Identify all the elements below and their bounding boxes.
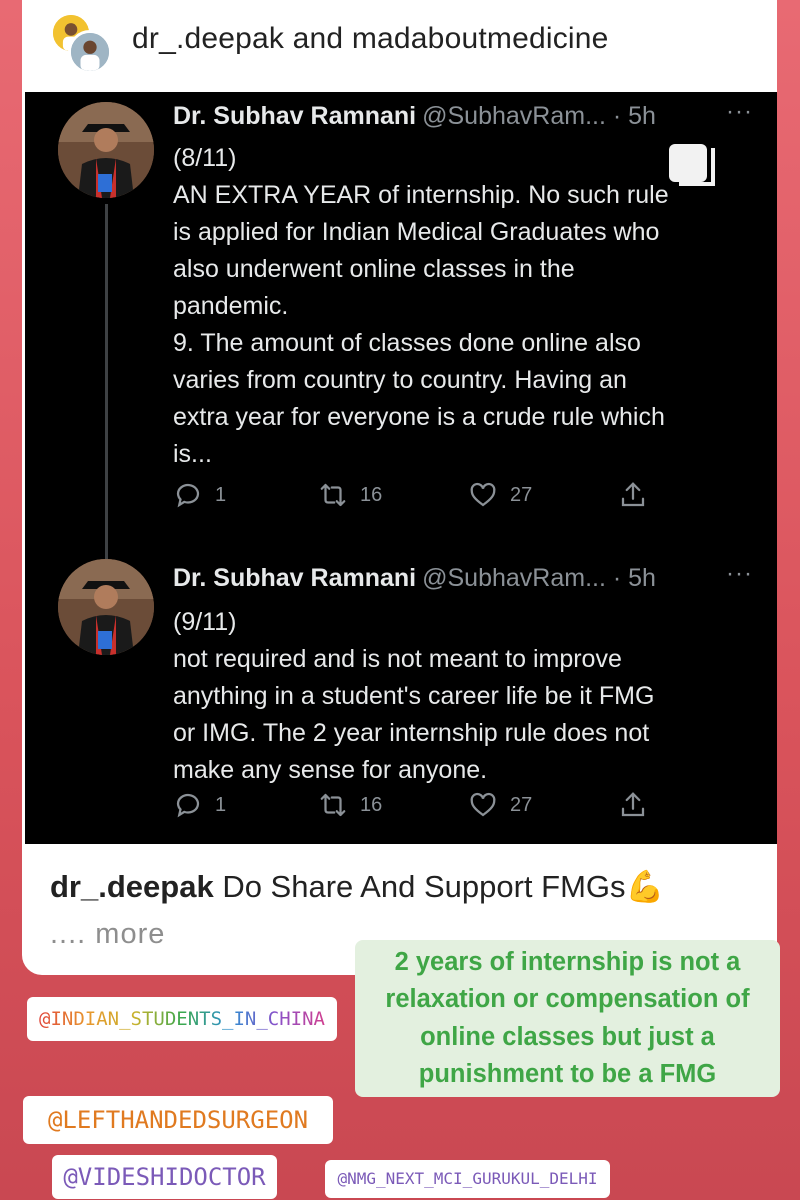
more-options-icon[interactable]: ··· xyxy=(726,560,753,588)
tweet-actions: 1 16 27 xyxy=(173,787,733,823)
tweet-text: (8/11) AN EXTRA YEAR of internship. No s… xyxy=(173,144,669,468)
tweet: Dr. Subhav Ramnani @SubhavRam... · 5h ···… xyxy=(25,547,777,844)
retweet-icon xyxy=(320,793,346,817)
like-button[interactable]: 27 xyxy=(468,787,532,823)
reply-count: 1 xyxy=(215,793,227,816)
post-caption: dr_.deepak Do Share And Support FMGs💪 xyxy=(50,868,664,905)
tweet-screenshot: Dr. Subhav Ramnani @SubhavRam... · 5h ···… xyxy=(25,92,777,844)
like-button[interactable]: 27 xyxy=(468,477,532,513)
copy-icon xyxy=(669,144,715,186)
reply-button[interactable]: 1 xyxy=(173,787,226,823)
retweet-count: 16 xyxy=(360,483,383,506)
tweet-text: (9/11) not required and is not meant to … xyxy=(173,608,655,784)
post-header: dr_.deepak and madaboutmedicine xyxy=(22,0,777,90)
retweet-count: 16 xyxy=(360,793,383,816)
mention-text: @INDIAN_STUDENTS_IN_CHINA xyxy=(39,1008,325,1030)
reply-count: 1 xyxy=(215,483,227,506)
mention-sticker-nmg[interactable]: @NMG_NEXT_MCI_GURUKUL_DELHI xyxy=(325,1160,610,1198)
collab-avatars[interactable] xyxy=(50,12,112,74)
profile-picture[interactable] xyxy=(58,102,154,198)
tweet-actions: 1 16 27 xyxy=(173,477,733,513)
share-button[interactable] xyxy=(618,477,660,513)
post-card: dr_.deepak and madaboutmedicine Dr. Subh… xyxy=(22,0,777,975)
avatar xyxy=(68,30,112,74)
reply-button[interactable]: 1 xyxy=(173,477,226,513)
reply-icon xyxy=(176,483,200,508)
account-names[interactable]: dr_.deepak and madaboutmedicine xyxy=(132,22,609,56)
caption-text: Do Share And Support FMGs💪 xyxy=(213,869,665,904)
share-icon xyxy=(621,792,645,817)
share-button[interactable] xyxy=(618,787,660,823)
mention-sticker-videshidoctor[interactable]: @VIDESHIDOCTOR xyxy=(52,1155,277,1199)
retweet-button[interactable]: 16 xyxy=(318,477,382,513)
author-name[interactable]: Dr. Subhav Ramnani xyxy=(173,102,416,130)
author-name[interactable]: Dr. Subhav Ramnani xyxy=(173,564,416,592)
more-options-icon[interactable]: ··· xyxy=(726,98,753,126)
share-icon xyxy=(621,482,645,507)
mention-sticker-china[interactable]: @INDIAN_STUDENTS_IN_CHINA xyxy=(27,997,337,1041)
thread-line xyxy=(105,204,108,559)
heart-icon xyxy=(470,482,496,507)
author-handle[interactable]: @SubhavRam... · 5h xyxy=(422,564,656,592)
tweet: Dr. Subhav Ramnani @SubhavRam... · 5h ···… xyxy=(25,92,777,559)
author-handle[interactable]: @SubhavRam... · 5h xyxy=(422,102,656,130)
tweet-header: Dr. Subhav Ramnani @SubhavRam... · 5h xyxy=(173,102,656,131)
retweet-icon xyxy=(320,483,346,507)
retweet-button[interactable]: 16 xyxy=(318,787,382,823)
like-count: 27 xyxy=(510,483,533,506)
caption-more-link[interactable]: .... more xyxy=(50,918,165,951)
mention-sticker-lefthandedsurgeon[interactable]: @LEFTHANDEDSURGEON xyxy=(23,1096,333,1144)
profile-picture[interactable] xyxy=(58,559,154,655)
text-sticker[interactable]: 2 years of internship is not a relaxatio… xyxy=(355,940,780,1097)
caption-username[interactable]: dr_.deepak xyxy=(50,869,214,904)
heart-icon xyxy=(470,792,496,817)
reply-icon xyxy=(176,793,200,818)
tweet-header: Dr. Subhav Ramnani @SubhavRam... · 5h xyxy=(173,564,656,593)
like-count: 27 xyxy=(510,793,533,816)
